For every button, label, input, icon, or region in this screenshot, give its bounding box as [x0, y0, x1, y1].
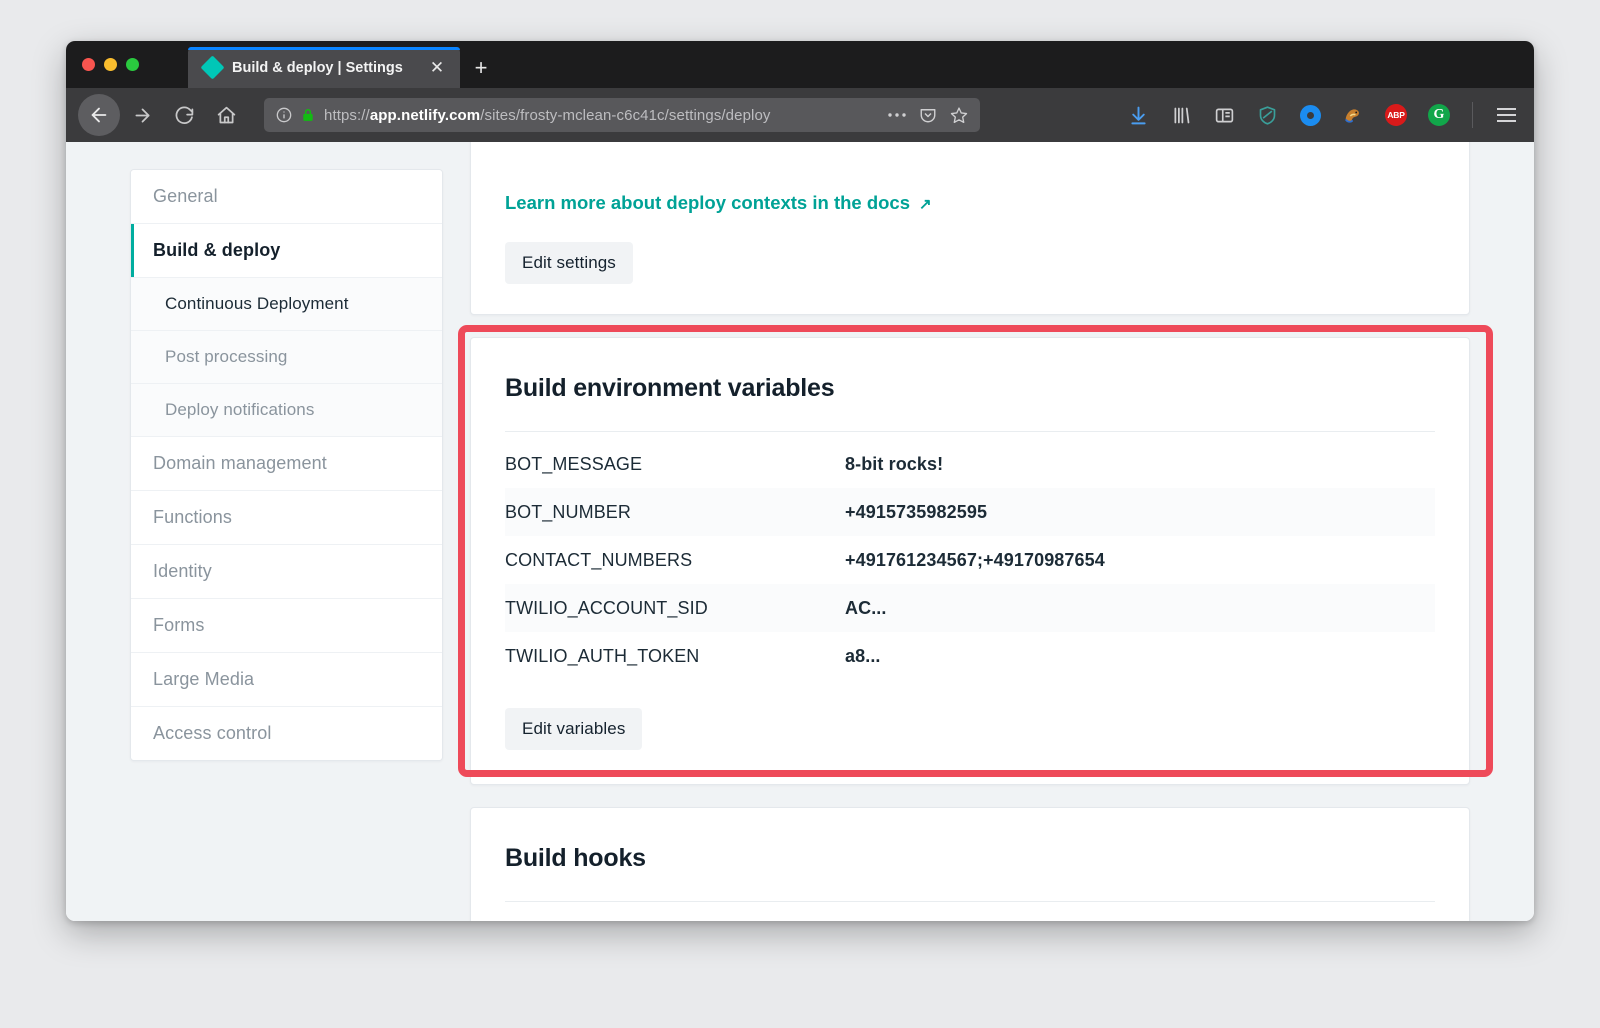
sidebar-item-post-processing[interactable]: Post processing — [131, 331, 442, 384]
tab-title: Build & deploy | Settings — [232, 59, 403, 76]
netlify-diamond-icon — [200, 55, 225, 80]
edit-variables-button[interactable]: Edit variables — [505, 708, 643, 750]
sidebar-item-deploy-notifications[interactable]: Deploy notifications — [131, 384, 442, 437]
sidebar-item-build-and-deploy[interactable]: Build & deploy — [131, 224, 442, 278]
close-icon[interactable]: ✕ — [428, 59, 446, 76]
sidebar-item-functions[interactable]: Functions — [131, 491, 442, 545]
environment-variables-table: BOT_MESSAGE 8-bit rocks! BOT_NUMBER +491… — [505, 440, 1435, 680]
external-link-arrow-icon: ↗ — [919, 196, 932, 213]
env-var-key: BOT_NUMBER — [505, 501, 632, 522]
env-var-value: +491761234567;+49170987654 — [845, 549, 1105, 570]
sidebar-item-access-control[interactable]: Access control — [131, 707, 442, 760]
toolbar-divider — [1472, 102, 1473, 128]
hamburger-menu-icon[interactable] — [1494, 103, 1518, 127]
sidebar-item-large-media[interactable]: Large Media — [131, 653, 442, 707]
zoom-window-button[interactable] — [126, 58, 139, 71]
sidebar-item-forms[interactable]: Forms — [131, 599, 442, 653]
info-circle-icon[interactable] — [276, 107, 292, 123]
sidebar-item-general[interactable]: General — [131, 170, 442, 224]
table-row[interactable]: BOT_MESSAGE 8-bit rocks! — [505, 440, 1435, 488]
url-text[interactable]: https://app.netlify.com/sites/frosty-mcl… — [324, 107, 879, 124]
settings-main-column: Learn more about deploy contexts in the … — [458, 142, 1493, 921]
url-bar[interactable]: https://app.netlify.com/sites/frosty-mcl… — [264, 98, 980, 132]
env-var-value: AC... — [845, 597, 887, 618]
extensions-toolbar: ABP G — [1126, 102, 1522, 128]
title-bar: Build & deploy | Settings ✕ + — [66, 41, 1534, 88]
page-viewport: General Build & deploy Continuous Deploy… — [66, 142, 1534, 921]
new-tab-button[interactable]: + — [460, 47, 502, 88]
deploy-contexts-docs-link-text: Learn more about deploy contexts in the … — [505, 192, 911, 213]
minimize-window-button[interactable] — [104, 58, 117, 71]
env-var-key: TWILIO_ACCOUNT_SID — [505, 597, 708, 618]
grammarly-icon[interactable]: G — [1427, 103, 1451, 127]
navigation-toolbar: https://app.netlify.com/sites/frosty-mcl… — [66, 88, 1534, 142]
table-row[interactable]: CONTACT_NUMBERS +491761234567;+491709876… — [505, 536, 1435, 584]
settings-page: General Build & deploy Continuous Deploy… — [66, 142, 1534, 921]
sidebar-icon[interactable] — [1212, 103, 1236, 127]
downloads-icon[interactable] — [1126, 103, 1150, 127]
build-hooks-description: Build hooks give you a unique URL you ca… — [505, 902, 1435, 921]
env-var-key: TWILIO_AUTH_TOKEN — [505, 645, 700, 666]
dog-extension-icon[interactable] — [1341, 103, 1365, 127]
build-hooks-title: Build hooks — [505, 844, 646, 872]
build-hooks-card: Build hooks Build hooks give you a uniqu… — [470, 807, 1470, 921]
table-row[interactable]: TWILIO_ACCOUNT_SID AC... — [505, 584, 1435, 632]
close-window-button[interactable] — [82, 58, 95, 71]
env-var-value: +4915735982595 — [845, 501, 988, 522]
env-var-value: 8-bit rocks! — [845, 453, 944, 474]
deploy-contexts-card: Learn more about deploy contexts in the … — [470, 142, 1470, 315]
deploy-contexts-docs-link[interactable]: Learn more about deploy contexts in the … — [505, 142, 932, 214]
env-var-key: BOT_MESSAGE — [505, 453, 643, 474]
divider — [505, 431, 1435, 432]
padlock-icon — [301, 107, 315, 123]
home-icon[interactable] — [206, 95, 246, 135]
library-icon[interactable] — [1169, 103, 1193, 127]
forward-arrow-icon[interactable] — [122, 95, 162, 135]
shield-icon[interactable] — [1255, 103, 1279, 127]
window-controls[interactable] — [82, 58, 139, 71]
sidebar-item-identity[interactable]: Identity — [131, 545, 442, 599]
sidebar-item-domain-management[interactable]: Domain management — [131, 437, 442, 491]
adblock-plus-icon[interactable]: ABP — [1384, 103, 1408, 127]
tab-strip: Build & deploy | Settings ✕ + — [188, 41, 502, 88]
browser-tab-build-deploy-settings[interactable]: Build & deploy | Settings ✕ — [188, 47, 460, 88]
env-var-value: a8... — [845, 645, 881, 666]
build-environment-variables-title: Build environment variables — [505, 374, 835, 402]
ellipsis-icon[interactable] — [888, 112, 906, 118]
build-environment-variables-card: Build environment variables BOT_MESSAGE … — [470, 337, 1470, 785]
browser-window: Build & deploy | Settings ✕ + https://ap… — [66, 41, 1534, 921]
settings-sidebar: General Build & deploy Continuous Deploy… — [130, 169, 443, 761]
sidebar-item-continuous-deployment[interactable]: Continuous Deployment — [131, 278, 442, 331]
table-row[interactable]: BOT_NUMBER +4915735982595 — [505, 488, 1435, 536]
desktop-backdrop: Build & deploy | Settings ✕ + https://ap… — [0, 0, 1600, 1028]
star-icon[interactable] — [950, 106, 968, 124]
reload-icon[interactable] — [164, 95, 204, 135]
pocket-icon[interactable] — [919, 106, 937, 124]
table-row[interactable]: TWILIO_AUTH_TOKEN a8... — [505, 632, 1435, 680]
blue-circle-extension-icon[interactable] — [1298, 103, 1322, 127]
back-arrow-icon[interactable] — [78, 94, 120, 136]
env-var-key: CONTACT_NUMBERS — [505, 549, 693, 570]
edit-settings-button[interactable]: Edit settings — [505, 242, 633, 284]
